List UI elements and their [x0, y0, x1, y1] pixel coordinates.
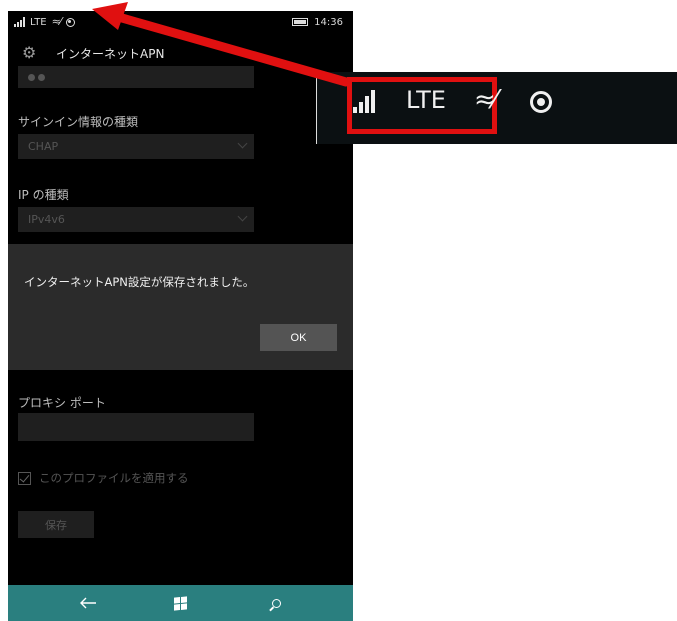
signal-strength-icon	[14, 17, 25, 27]
chevron-down-icon	[237, 211, 248, 222]
data-wave-icon: ≈⁄	[51, 15, 62, 28]
message-dialog: インターネットAPN設定が保存されました。 OK	[8, 244, 353, 370]
ip-type-select[interactable]: IPv4v6	[18, 207, 254, 232]
password-dots	[28, 74, 45, 81]
apply-profile-checkbox[interactable]	[18, 472, 31, 485]
page-title: インターネットAPN	[56, 46, 165, 61]
signin-type-label: サインイン情報の種類	[18, 115, 139, 129]
proxy-port-label: プロキシ ポート	[18, 396, 106, 410]
ok-button[interactable]: OK	[260, 324, 337, 351]
zoom-network-label: LTE	[406, 86, 446, 114]
clock: 14:36	[314, 16, 343, 28]
signal-strength-icon	[353, 89, 375, 113]
chevron-down-icon	[237, 138, 248, 149]
phone-screen: LTE ≈⁄ 14:36 ⚙ インターネットAPN サインイン情報の種類 CHA…	[8, 11, 353, 621]
network-type-label: LTE	[30, 16, 47, 28]
battery-icon	[292, 18, 309, 26]
data-wave-icon: ≈⁄	[474, 85, 497, 115]
apply-profile-label: このプロファイルを適用する	[39, 471, 189, 485]
search-icon	[271, 598, 281, 608]
status-zoom-callout: LTE ≈⁄	[316, 72, 677, 144]
dialog-message: インターネットAPN設定が保存されました。	[24, 275, 255, 289]
location-icon	[530, 91, 552, 113]
signin-type-select[interactable]: CHAP	[18, 134, 254, 159]
back-arrow-icon	[80, 597, 96, 609]
location-icon	[65, 17, 75, 27]
navigation-bar	[8, 585, 353, 621]
password-field[interactable]	[18, 66, 254, 88]
windows-logo-icon	[173, 595, 187, 611]
gear-icon: ⚙	[22, 43, 37, 62]
search-button[interactable]	[256, 585, 296, 621]
signin-type-value: CHAP	[28, 140, 59, 153]
status-bar: LTE ≈⁄ 14:36	[8, 11, 353, 33]
start-button[interactable]	[160, 585, 200, 621]
ip-type-value: IPv4v6	[28, 213, 65, 226]
ip-type-label: IP の種類	[18, 188, 69, 202]
proxy-port-input[interactable]	[18, 413, 254, 441]
back-button[interactable]	[68, 585, 108, 621]
save-button[interactable]: 保存	[18, 511, 94, 538]
